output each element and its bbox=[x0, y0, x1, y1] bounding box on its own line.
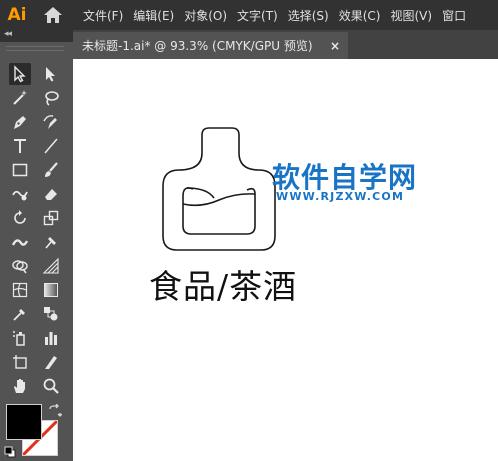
swap-fill-stroke-icon[interactable] bbox=[48, 404, 62, 418]
menu-window[interactable]: 窗口 bbox=[437, 7, 471, 24]
menu-file[interactable]: 文件(F) bbox=[78, 7, 128, 24]
default-fill-stroke-icon[interactable] bbox=[4, 446, 16, 458]
selection-tool-icon[interactable] bbox=[9, 63, 31, 85]
menu-bar: Ai 文件(F) 编辑(E) 对象(O) 文字(T) 选择(S) 效果(C) 视… bbox=[0, 0, 498, 30]
panel-grip[interactable] bbox=[6, 46, 64, 51]
menu-effect[interactable]: 效果(C) bbox=[334, 7, 386, 24]
artboard-tool-icon[interactable] bbox=[9, 351, 31, 373]
menu-edit[interactable]: 编辑(E) bbox=[128, 7, 179, 24]
direct-selection-tool-icon[interactable] bbox=[40, 63, 62, 85]
magic-wand-tool-icon[interactable] bbox=[9, 87, 31, 109]
tools-panel bbox=[0, 42, 73, 461]
eraser-tool-icon[interactable] bbox=[40, 183, 62, 205]
width-tool-icon[interactable] bbox=[9, 231, 31, 253]
paintbrush-tool-icon[interactable] bbox=[40, 159, 62, 181]
watermark-url: WWW.RJZXW.COM bbox=[276, 190, 405, 203]
artwork-caption[interactable]: 食品/茶酒 bbox=[149, 260, 297, 308]
gradient-tool-icon[interactable] bbox=[40, 279, 62, 301]
rectangle-tool-icon[interactable] bbox=[9, 159, 31, 181]
column-graph-tool-icon[interactable] bbox=[40, 327, 62, 349]
type-tool-icon[interactable] bbox=[9, 135, 31, 157]
curvature-tool-icon[interactable] bbox=[40, 111, 62, 133]
zoom-tool-icon[interactable] bbox=[40, 375, 62, 397]
menu-object[interactable]: 对象(O) bbox=[179, 7, 232, 24]
mesh-tool-icon[interactable] bbox=[9, 279, 31, 301]
symbol-sprayer-tool-icon[interactable] bbox=[9, 327, 31, 349]
hand-tool-icon[interactable] bbox=[9, 375, 31, 397]
document-tab-label: 未标题-1.ai* @ 93.3% (CMYK/GPU 预览) bbox=[82, 39, 313, 53]
puppet-warp-tool-icon[interactable] bbox=[40, 231, 62, 253]
perspective-grid-tool-icon[interactable] bbox=[40, 255, 62, 277]
rotate-tool-icon[interactable] bbox=[9, 207, 31, 229]
close-tab-icon[interactable]: × bbox=[330, 39, 340, 53]
document-tab[interactable]: 未标题-1.ai* @ 93.3% (CMYK/GPU 预览) × bbox=[73, 32, 348, 59]
collapse-panel-button[interactable]: ◂◂ bbox=[4, 29, 12, 39]
blend-tool-icon[interactable] bbox=[40, 303, 62, 325]
toolbar-header: ◂◂ bbox=[0, 29, 73, 42]
menu-select[interactable]: 选择(S) bbox=[283, 7, 334, 24]
fill-swatch[interactable] bbox=[6, 404, 42, 440]
line-segment-tool-icon[interactable] bbox=[40, 135, 62, 157]
slice-tool-icon[interactable] bbox=[40, 351, 62, 373]
home-icon[interactable] bbox=[42, 4, 64, 26]
shape-builder-tool-icon[interactable] bbox=[9, 255, 31, 277]
document-tab-bar: 未标题-1.ai* @ 93.3% (CMYK/GPU 预览) × bbox=[73, 30, 498, 59]
bottle-icon-artwork[interactable] bbox=[159, 126, 277, 254]
menu-type[interactable]: 文字(T) bbox=[232, 7, 283, 24]
lasso-tool-icon[interactable] bbox=[40, 87, 62, 109]
menu-view[interactable]: 视图(V) bbox=[385, 7, 437, 24]
eyedropper-tool-icon[interactable] bbox=[9, 303, 31, 325]
pen-tool-icon[interactable] bbox=[9, 111, 31, 133]
scale-tool-icon[interactable] bbox=[40, 207, 62, 229]
app-logo: Ai bbox=[7, 5, 27, 25]
artboard-canvas[interactable]: 食品/茶酒 软件自学网 WWW.RJZXW.COM bbox=[73, 59, 498, 461]
shaper-tool-icon[interactable] bbox=[9, 183, 31, 205]
